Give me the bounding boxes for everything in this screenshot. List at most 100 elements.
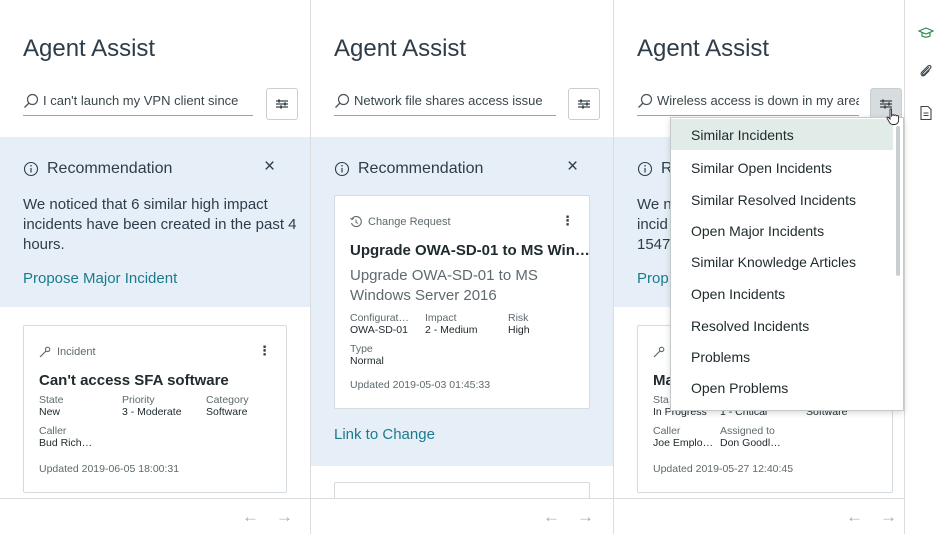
- filter-dropdown-menu: Similar Incidents Similar Open Incidents…: [670, 117, 904, 411]
- recommendation-header: Recommendation: [23, 160, 172, 178]
- agent-assist-panel-1: Agent Assist Recommendation × We noticed…: [0, 0, 311, 534]
- card-field: Priority 3 - Moderate: [122, 394, 182, 418]
- field-value: Software: [206, 406, 248, 418]
- card-field: Caller Bud Rich…: [39, 425, 92, 449]
- search-input[interactable]: [43, 93, 253, 108]
- field-value: Bud Rich…: [39, 437, 93, 449]
- next-arrow-button[interactable]: →: [880, 507, 897, 527]
- recommendation-label: Recommendation: [47, 160, 173, 177]
- field-label: State: [39, 394, 64, 406]
- recommendation-header: Recommendation: [334, 160, 483, 178]
- field-value: Don Goodl…: [720, 437, 781, 449]
- card-field: Configurat… OWA-SD-01: [350, 312, 409, 336]
- info-icon: [334, 161, 350, 177]
- card-type-label: Incident: [57, 346, 96, 358]
- search-icon: [335, 93, 350, 108]
- search-field[interactable]: [23, 86, 253, 116]
- card-field: Impact 2 - Medium: [425, 312, 478, 336]
- card-type: Change Request: [350, 216, 451, 228]
- field-label: Assigned to: [720, 425, 775, 437]
- card-title: Can't access SFA software: [39, 372, 229, 389]
- panel-title: Agent Assist: [334, 35, 467, 62]
- card-title: Upgrade OWA-SD-01 to MS Win…: [350, 242, 590, 259]
- field-label: Impact: [425, 312, 457, 324]
- field-label: Caller: [653, 425, 681, 437]
- card-field: Risk High: [508, 312, 530, 336]
- close-recommendation-button[interactable]: ×: [567, 157, 578, 176]
- panel-footer: ← →: [311, 498, 613, 534]
- prev-arrow-button[interactable]: ←: [242, 507, 259, 527]
- menu-item-similar-resolved-incidents[interactable]: Similar Resolved Incidents: [671, 184, 893, 215]
- filter-button[interactable]: [568, 88, 600, 120]
- next-arrow-button[interactable]: →: [577, 507, 594, 527]
- card-field: Assigned to Don Goodl…: [720, 425, 781, 449]
- graduation-cap-icon[interactable]: [918, 25, 934, 41]
- search-field[interactable]: [334, 86, 556, 116]
- filter-button[interactable]: [266, 88, 298, 120]
- field-value: Normal: [350, 355, 384, 367]
- menu-item-problems[interactable]: Problems: [671, 341, 893, 372]
- search-icon: [24, 93, 39, 108]
- close-recommendation-button[interactable]: ×: [264, 157, 275, 176]
- wrench-icon: [653, 346, 665, 358]
- panel-title: Agent Assist: [637, 35, 770, 62]
- card-updated: Updated 2019-05-03 01:45:33: [350, 379, 491, 391]
- card-updated: Updated 2019-05-27 12:40:45: [653, 463, 794, 475]
- menu-item-similar-open-incidents[interactable]: Similar Open Incidents: [671, 152, 893, 183]
- search-field[interactable]: [637, 86, 859, 116]
- search-input[interactable]: [657, 93, 859, 108]
- field-label: Type: [350, 343, 373, 355]
- menu-item-open-problems[interactable]: Open Problems: [671, 372, 893, 403]
- card-more-menu-button[interactable]: ⋮: [561, 213, 574, 229]
- recommendation-label: Recommendation: [358, 160, 484, 177]
- field-label: Configurat…: [350, 312, 409, 324]
- filter-sliders-icon: [578, 99, 590, 109]
- field-value: New: [39, 406, 61, 418]
- incident-card[interactable]: Incident ⋮ Can't access SFA software Sta…: [23, 325, 287, 493]
- search-icon: [638, 93, 653, 108]
- prev-arrow-button[interactable]: ←: [543, 507, 560, 527]
- info-icon: [23, 161, 39, 177]
- panel-footer: ← →: [614, 498, 904, 534]
- right-sidebar: [905, 0, 940, 534]
- prev-arrow-button[interactable]: ←: [846, 507, 863, 527]
- propose-major-incident-link[interactable]: Prop: [637, 270, 669, 287]
- card-field: State New: [39, 394, 64, 418]
- filter-sliders-icon: [276, 99, 288, 109]
- card-updated: Updated 2019-06-05 18:00:31: [39, 463, 180, 475]
- hand-pointer-cursor-icon: [886, 108, 900, 125]
- propose-major-incident-link[interactable]: Propose Major Incident: [23, 270, 177, 287]
- agent-assist-workspace: Agent Assist Recommendation × We noticed…: [0, 0, 940, 534]
- card-field: Type Normal: [350, 343, 384, 367]
- agent-assist-panel-2: Agent Assist Recommendation × Change Req…: [311, 0, 614, 534]
- menu-item-open-incidents[interactable]: Open Incidents: [671, 278, 893, 309]
- wrench-icon: [39, 346, 51, 358]
- field-label: Caller: [39, 425, 67, 437]
- recommendation-header: R: [637, 160, 673, 178]
- menu-item-resolved-incidents[interactable]: Resolved Incidents: [671, 310, 893, 341]
- card-type-label: Change Request: [368, 216, 451, 228]
- card-type: [653, 346, 671, 358]
- card-field: Category Software: [206, 394, 249, 418]
- field-label: Priority: [122, 394, 155, 406]
- recommendation-text: We noticed that 6 similar high impact in…: [23, 196, 297, 253]
- card-subtitle: Upgrade OWA-SD-01 to MS Windows Server 2…: [350, 267, 538, 304]
- change-request-card[interactable]: Change Request ⋮ Upgrade OWA-SD-01 to MS…: [334, 195, 590, 409]
- field-value: 3 - Moderate: [122, 406, 182, 418]
- menu-item-similar-knowledge-articles[interactable]: Similar Knowledge Articles: [671, 246, 893, 277]
- history-clock-icon: [350, 216, 362, 228]
- field-label: Category: [206, 394, 249, 406]
- search-input[interactable]: [354, 93, 556, 108]
- field-value: OWA-SD-01: [350, 324, 408, 336]
- next-arrow-button[interactable]: →: [276, 507, 293, 527]
- menu-item-similar-incidents[interactable]: Similar Incidents: [671, 119, 893, 150]
- card-field: Caller Joe Emplo…: [653, 425, 713, 449]
- field-value: Joe Emplo…: [653, 437, 714, 449]
- panel-title: Agent Assist: [23, 35, 156, 62]
- paperclip-icon[interactable]: [918, 63, 934, 79]
- dropdown-scrollbar[interactable]: [896, 126, 900, 276]
- document-icon[interactable]: [918, 105, 934, 121]
- card-more-menu-button[interactable]: ⋮: [258, 343, 271, 359]
- menu-item-open-major-incidents[interactable]: Open Major Incidents: [671, 215, 893, 246]
- link-to-change-link[interactable]: Link to Change: [334, 426, 435, 443]
